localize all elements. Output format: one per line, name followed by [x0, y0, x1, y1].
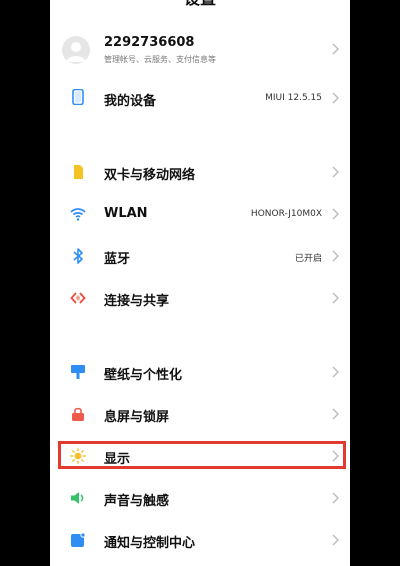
settings-screen: 设置 2292736608 管理帐号、云服务、支付信息等 我的设备 MIUI 1… [50, 0, 350, 566]
wifi-icon [70, 208, 86, 221]
device-row[interactable]: 我的设备 MIUI 12.5.15 [50, 84, 350, 112]
lock-icon [72, 407, 84, 421]
sound-row[interactable]: 声音与触感 [50, 484, 350, 512]
chevron-right-icon [332, 366, 339, 378]
chevron-right-icon [332, 408, 339, 420]
sim-card-icon [74, 165, 83, 179]
connection-share-label: 连接与共享 [104, 294, 170, 309]
bluetooth-icon [73, 248, 83, 264]
chevron-right-icon [332, 92, 339, 104]
device-version: MIUI 12.5.15 [265, 93, 322, 103]
wallpaper-label: 壁纸与个性化 [104, 368, 183, 383]
page-title: 设置 [50, 0, 350, 9]
speaker-icon [71, 492, 84, 504]
lock-screen-label: 息屏与锁屏 [104, 410, 170, 425]
chevron-right-icon [332, 43, 339, 55]
sound-label: 声音与触感 [104, 494, 170, 509]
wallpaper-row[interactable]: 壁纸与个性化 [50, 358, 350, 386]
wlan-value: HONOR-J10M0X [250, 209, 322, 219]
chevron-right-icon [332, 534, 339, 546]
bluetooth-status: 已开启 [294, 254, 322, 264]
wlan-label: WLAN [104, 206, 148, 221]
display-highlight-box [58, 441, 346, 469]
chevron-right-icon [332, 292, 339, 304]
wlan-row[interactable]: WLAN HONOR-J10M0X [50, 200, 350, 228]
bluetooth-row[interactable]: 蓝牙 已开启 [50, 242, 350, 270]
wallpaper-icon [71, 365, 85, 379]
notification-row[interactable]: 通知与控制中心 [50, 526, 350, 554]
chevron-right-icon [332, 250, 339, 262]
chevron-right-icon [332, 166, 339, 178]
account-subtitle: 管理帐号、云服务、支付信息等 [104, 55, 216, 64]
connection-share-row[interactable]: 连接与共享 [50, 284, 350, 312]
account-row[interactable]: 2292736608 管理帐号、云服务、支付信息等 [50, 30, 350, 70]
bluetooth-label: 蓝牙 [104, 252, 131, 267]
sim-network-label: 双卡与移动网络 [104, 168, 196, 183]
avatar-icon [62, 36, 90, 64]
account-name: 2292736608 [104, 35, 195, 50]
lock-screen-row[interactable]: 息屏与锁屏 [50, 400, 350, 428]
notification-icon [71, 532, 86, 547]
chevron-right-icon [332, 208, 339, 220]
chevron-right-icon [332, 492, 339, 504]
notification-label: 通知与控制中心 [104, 536, 196, 551]
device-label: 我的设备 [104, 94, 157, 109]
connection-share-icon [70, 292, 86, 304]
phone-icon [72, 89, 84, 105]
sim-network-row[interactable]: 双卡与移动网络 [50, 158, 350, 186]
